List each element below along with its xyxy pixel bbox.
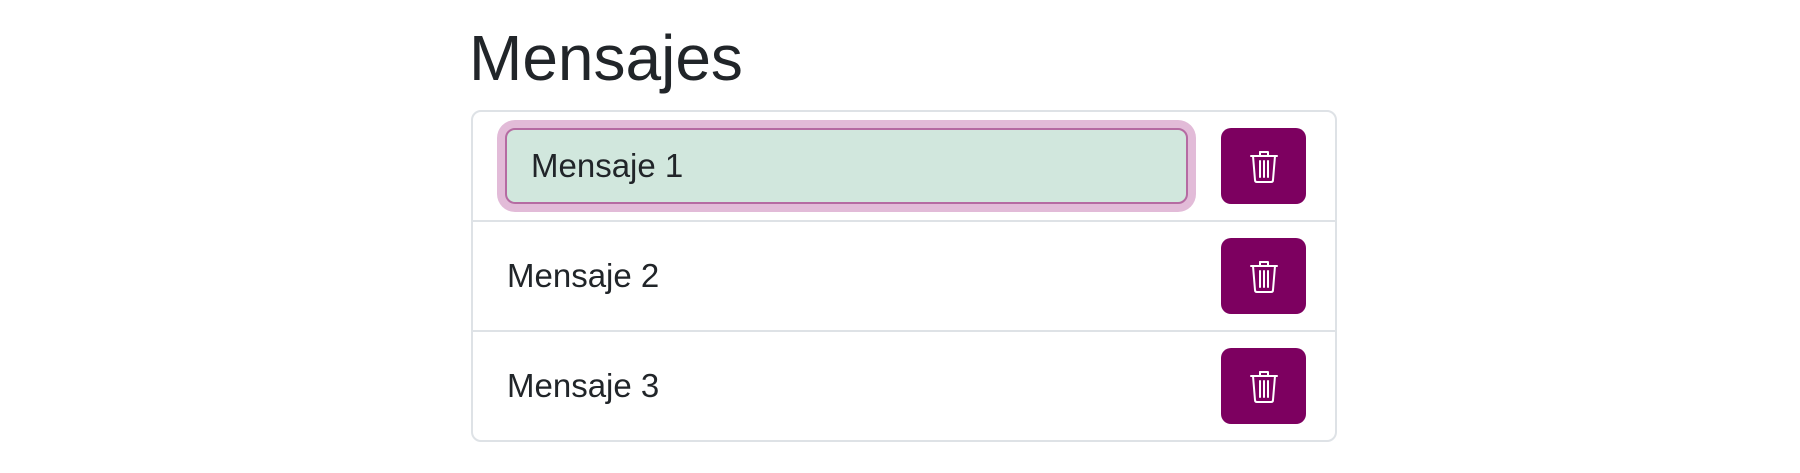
message-text[interactable]: Mensaje 2 (507, 222, 659, 330)
messages-list: Mensaje 2 Mensaje 3 (471, 110, 1337, 442)
trash-icon (1249, 369, 1279, 403)
list-item: Mensaje 3 (473, 332, 1335, 440)
trash-icon (1249, 149, 1279, 183)
delete-button[interactable] (1221, 348, 1306, 424)
delete-button[interactable] (1221, 128, 1306, 204)
message-text[interactable]: Mensaje 3 (507, 332, 659, 440)
trash-icon (1249, 259, 1279, 293)
page-title: Mensajes (469, 22, 743, 94)
list-item (473, 112, 1335, 222)
list-item: Mensaje 2 (473, 222, 1335, 332)
message-edit-input[interactable] (505, 128, 1188, 204)
delete-button[interactable] (1221, 238, 1306, 314)
